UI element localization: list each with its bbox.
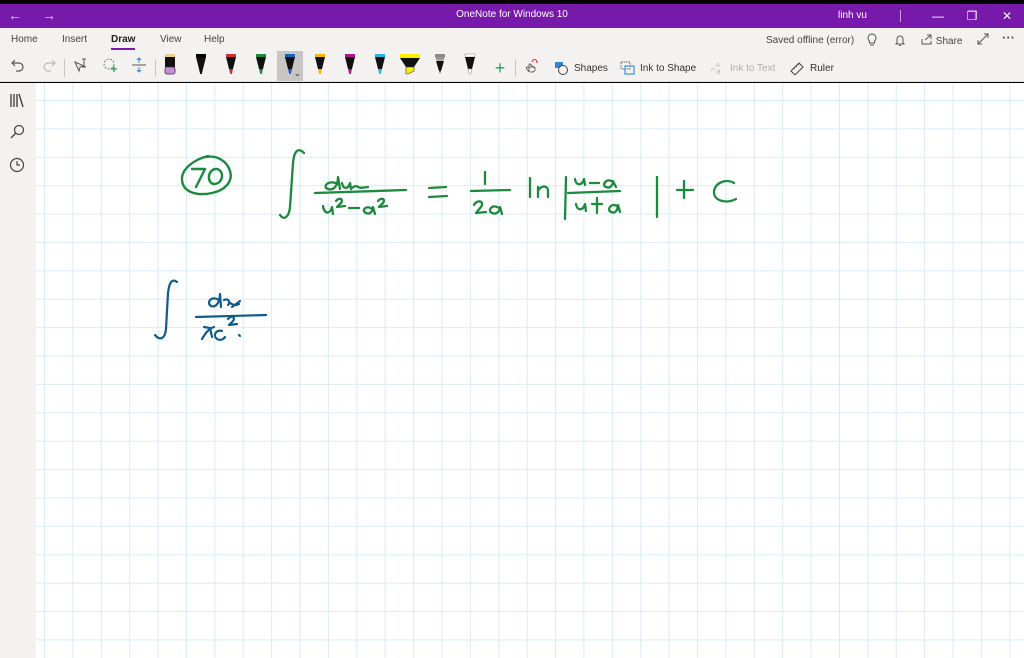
tell-me-button[interactable] <box>866 33 878 50</box>
notebooks-icon <box>10 93 24 108</box>
ink-to-shape-button[interactable]: Ink to Shape <box>620 61 696 75</box>
close-button[interactable]: ✕ <box>994 6 1020 26</box>
select-text-icon <box>74 58 86 73</box>
tab-view[interactable]: View <box>160 34 182 45</box>
pen-icon <box>345 54 355 74</box>
pen-icon <box>464 53 476 75</box>
lasso-type-select-button[interactable] <box>69 57 91 79</box>
note-canvas[interactable] <box>36 83 1024 658</box>
search-icon <box>10 124 25 139</box>
ruler-button[interactable]: Ruler <box>790 61 834 75</box>
pen-icon <box>256 54 266 74</box>
pen-pen-3[interactable] <box>218 51 244 81</box>
pen-pen-11[interactable] <box>457 51 483 81</box>
ink-work-integral <box>153 279 268 341</box>
close-icon: ✕ <box>1001 9 1013 23</box>
pen-pen-7[interactable] <box>337 51 363 81</box>
add-pen-button[interactable]: + <box>489 57 511 79</box>
share-button[interactable]: Share <box>921 34 962 47</box>
ink-layer <box>153 149 738 341</box>
pen-pen-2[interactable] <box>188 51 214 81</box>
ink-to-shape-icon <box>620 61 635 75</box>
arrow-left-icon: ← <box>8 7 22 23</box>
pen-icon <box>226 54 236 74</box>
share-icon <box>921 34 932 45</box>
highlighter-icon <box>400 54 420 75</box>
draw-with-touch-button[interactable] <box>520 57 542 79</box>
forward-button[interactable]: → <box>38 6 60 26</box>
pen-pen-4[interactable] <box>248 51 274 81</box>
pen-icon <box>196 54 206 74</box>
sync-status[interactable]: Saved offline (error) <box>766 35 854 46</box>
clock-icon <box>9 157 25 173</box>
pen-pencil-10[interactable] <box>427 51 453 81</box>
toolbar-separator <box>64 59 65 77</box>
title-separator <box>900 10 901 22</box>
chevron-down-icon[interactable]: ⌄ <box>293 69 301 78</box>
plus-icon: + <box>494 58 506 78</box>
pen-icon <box>315 54 325 74</box>
tab-home[interactable]: Home <box>11 34 38 45</box>
ruler-icon <box>790 62 804 75</box>
eraser-icon <box>164 54 176 75</box>
full-screen-button[interactable] <box>977 33 989 48</box>
shapes-button[interactable]: Shapes <box>554 61 608 75</box>
pen-eraser-1[interactable] <box>157 51 183 81</box>
minimize-button[interactable]: — <box>925 6 951 26</box>
pen-pen-5[interactable]: ⌄ <box>277 51 303 81</box>
undo-icon <box>11 59 24 72</box>
recent-notes-button[interactable] <box>8 156 28 176</box>
tab-help[interactable]: Help <box>204 34 225 45</box>
pen-pen-8[interactable] <box>367 51 393 81</box>
undo-button[interactable] <box>7 57 29 79</box>
window-title: OneNote for Windows 10 <box>456 9 568 20</box>
lasso-select-button[interactable] <box>99 57 121 79</box>
shapes-icon <box>555 62 568 75</box>
shapes-label: Shapes <box>574 62 608 74</box>
redo-icon <box>43 59 56 72</box>
ink-formula-lhs <box>278 149 408 219</box>
ribbon: Home Insert Draw View Help Saved offline… <box>0 28 1024 82</box>
tab-draw[interactable]: Draw <box>111 34 136 50</box>
redo-button[interactable] <box>38 57 60 79</box>
ink-equals-sign <box>427 185 449 199</box>
notebooks-button[interactable] <box>8 91 28 111</box>
tab-insert[interactable]: Insert <box>62 34 87 45</box>
pencil-icon <box>435 54 445 74</box>
pen-highlighter-9[interactable] <box>397 51 423 81</box>
ink-to-shape-label: Ink to Shape <box>640 62 697 74</box>
restore-icon: ❐ <box>966 9 978 23</box>
pen-icon <box>375 54 385 74</box>
ink-to-text-button[interactable]: Aa Ink to Text <box>710 61 775 75</box>
svg-text:a: a <box>716 67 721 75</box>
ink-problem-number <box>180 154 232 196</box>
expand-icon <box>977 33 989 45</box>
back-button[interactable]: ← <box>4 6 26 26</box>
notifications-button[interactable] <box>894 33 906 50</box>
ink-coefficient <box>469 170 512 216</box>
lasso-icon <box>103 58 117 72</box>
ellipsis-icon: ··· <box>1002 30 1015 45</box>
restore-button[interactable]: ❐ <box>959 6 985 26</box>
pen-pen-6[interactable] <box>307 51 333 81</box>
toolbar-separator <box>155 59 156 77</box>
ink-to-text-icon: Aa <box>710 62 721 75</box>
ink-log-expression <box>528 175 738 221</box>
user-name[interactable]: linh vu <box>838 10 867 21</box>
arrow-right-icon: → <box>42 7 56 23</box>
minimize-icon: — <box>932 9 944 23</box>
lightbulb-icon <box>867 33 877 46</box>
bell-icon <box>894 35 906 46</box>
ink-to-text-label: Ink to Text <box>730 62 776 74</box>
share-label: Share <box>935 36 963 47</box>
touch-draw-icon <box>525 58 539 73</box>
title-bar: ← → OneNote for Windows 10 linh vu — ❐ ✕ <box>0 4 1024 28</box>
search-button[interactable] <box>8 123 28 143</box>
more-options-button[interactable]: ··· <box>1002 30 1015 45</box>
insert-space-icon <box>132 57 146 73</box>
navigation-sidebar <box>0 83 36 658</box>
ruler-label: Ruler <box>810 62 834 74</box>
toolbar-separator <box>515 59 516 77</box>
add-remove-space-button[interactable] <box>128 57 150 79</box>
